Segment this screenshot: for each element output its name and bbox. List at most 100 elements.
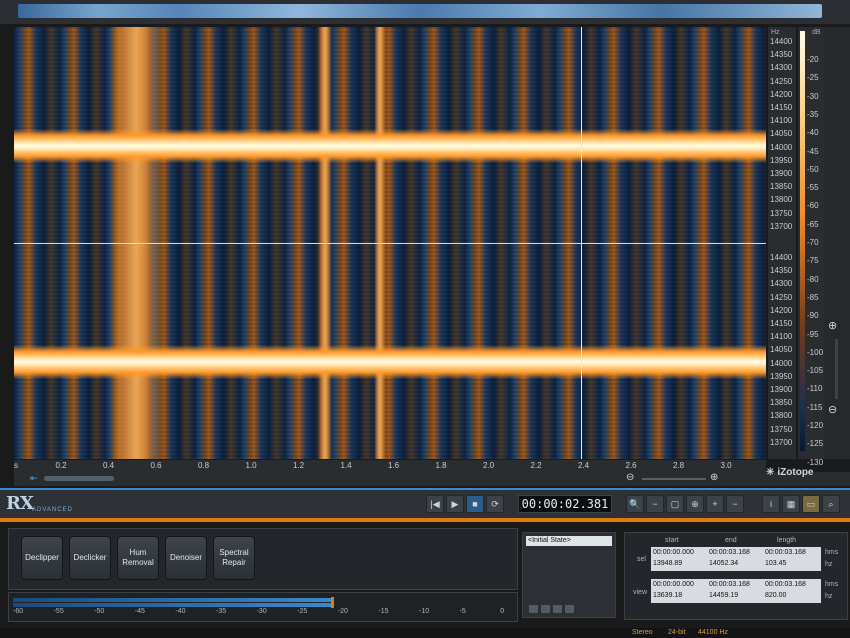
undo-history-panel[interactable]: <Initial State> bbox=[522, 532, 616, 618]
freq-tick-label: 13750 bbox=[770, 208, 793, 218]
db-tick-label: -100 bbox=[807, 347, 824, 357]
freq-tick-label: 14250 bbox=[770, 292, 793, 302]
time-tick-label: 1.6 bbox=[388, 461, 400, 470]
view-end-hms[interactable]: 00:00:03.168 bbox=[709, 581, 750, 588]
view-start-hz[interactable]: 13639.18 bbox=[653, 592, 682, 599]
sel-start-hz[interactable]: 13948.89 bbox=[653, 560, 682, 567]
meter-tick-label: -35 bbox=[216, 608, 227, 615]
time-tick-label: 1.8 bbox=[435, 461, 447, 470]
hum-removal-button[interactable]: Hum Removal bbox=[117, 536, 159, 580]
zoom-in-icon[interactable]: ⊕ bbox=[828, 319, 837, 332]
overview-waveform[interactable] bbox=[0, 0, 850, 24]
zoom-tool-icon[interactable]: 🔍 bbox=[626, 495, 644, 513]
col-length: length bbox=[777, 537, 797, 544]
logo-text: RX bbox=[6, 493, 34, 514]
time-tick-label: 0.4 bbox=[103, 461, 115, 470]
magnify-icon[interactable]: ⌕ bbox=[822, 495, 840, 513]
spectrogram-view[interactable] bbox=[14, 27, 766, 459]
meter-tick-label: -20 bbox=[337, 608, 348, 615]
unit-hms: hms bbox=[825, 581, 839, 588]
sel-start-hms[interactable]: 00:00:00.000 bbox=[653, 549, 694, 556]
sel-length-hms[interactable]: 00:00:03.168 bbox=[765, 549, 806, 556]
freq-tick-label: 14150 bbox=[770, 103, 793, 112]
zoom-freq-out-icon[interactable]: − bbox=[726, 495, 744, 513]
view-fields[interactable]: 00:00:00.000 00:00:03.168 00:00:03.168 1… bbox=[651, 579, 821, 603]
izotope-brand: ✳ iZotope bbox=[766, 460, 826, 484]
transport-bar: RX ADVANCED |◀ ▶ ■ ⟳ 00:00:02.381 🔍 − ▢ … bbox=[0, 488, 850, 520]
db-tick-label: -95 bbox=[807, 329, 819, 339]
stop-button[interactable]: ■ bbox=[466, 495, 484, 513]
module-panel: Declipper Declicker Hum Removal Denoiser… bbox=[8, 528, 518, 590]
col-start: start bbox=[665, 537, 679, 544]
time-tick-label: s bbox=[14, 461, 18, 470]
view-length-hms[interactable]: 00:00:03.168 bbox=[765, 581, 806, 588]
spectral-repair-button[interactable]: Spectral Repair bbox=[213, 536, 255, 580]
horizontal-scrollbar[interactable] bbox=[44, 476, 114, 481]
tone-band-left bbox=[14, 129, 766, 163]
declicker-button[interactable]: Declicker bbox=[69, 536, 111, 580]
db-tick-label: -125 bbox=[807, 439, 824, 449]
db-tick-label: -70 bbox=[807, 238, 819, 247]
time-tick-label: 0.8 bbox=[198, 461, 210, 470]
freq-tick-label: 14200 bbox=[770, 305, 793, 315]
level-meter: -60 -55 -50 -45 -40 -35 -30 -25 -20 -15 -10 -5 0 bbox=[8, 592, 518, 622]
sel-end-hz[interactable]: 14052.34 bbox=[709, 560, 738, 567]
select-rect-icon[interactable]: ▭ bbox=[802, 495, 820, 513]
zoom-freq-in-icon[interactable]: + bbox=[706, 495, 724, 513]
freq-tick-label: 14000 bbox=[770, 142, 793, 152]
view-length-hz[interactable]: 820.00 bbox=[765, 592, 786, 599]
history-item[interactable]: <Initial State> bbox=[526, 536, 612, 546]
freq-tick-label: 13900 bbox=[770, 385, 793, 394]
izotope-logo-icon: ✳ bbox=[766, 466, 775, 478]
db-tick-label: -35 bbox=[807, 109, 819, 119]
history-button[interactable] bbox=[541, 605, 550, 613]
rewind-button[interactable]: |◀ bbox=[426, 495, 444, 513]
hzoom-in-icon[interactable]: ⊕ bbox=[710, 472, 718, 483]
play-button[interactable]: ▶ bbox=[446, 495, 464, 513]
db-tick-label: -45 bbox=[807, 146, 819, 156]
zoom-fit-tool-icon[interactable]: ⊕ bbox=[686, 495, 704, 513]
denoiser-button[interactable]: Denoiser bbox=[165, 536, 207, 580]
zoom-out-icon[interactable]: ⊖ bbox=[828, 403, 837, 416]
meter-tick-label: -5 bbox=[459, 608, 466, 615]
sel-fields[interactable]: 00:00:00.000 00:00:03.168 00:00:03.168 1… bbox=[651, 547, 821, 571]
zoom-sel-tool-icon[interactable]: ▢ bbox=[666, 495, 684, 513]
view-label: view bbox=[633, 589, 648, 596]
info-icon[interactable]: i bbox=[762, 495, 780, 513]
time-tick-label: 1.2 bbox=[293, 461, 305, 470]
history-button[interactable] bbox=[529, 605, 538, 613]
view-end-hz[interactable]: 14459.19 bbox=[709, 592, 738, 599]
tone-band-right bbox=[14, 345, 766, 379]
meter-tick-label: -25 bbox=[297, 608, 308, 615]
freq-tick-label: 13950 bbox=[770, 155, 793, 165]
db-colorbar bbox=[800, 31, 805, 451]
select-time-icon[interactable]: ▦ bbox=[782, 495, 800, 513]
sel-length-hz[interactable]: 103.45 bbox=[765, 560, 786, 567]
zoom-out-tool-icon[interactable]: − bbox=[646, 495, 664, 513]
vertical-zoom-strip[interactable]: ⊕ ⊖ bbox=[824, 27, 850, 459]
history-button[interactable] bbox=[565, 605, 574, 613]
meter-tick-label: 0 bbox=[500, 608, 505, 615]
history-button[interactable] bbox=[553, 605, 562, 613]
freq-tick-label: 14150 bbox=[770, 319, 793, 328]
declipper-button[interactable]: Declipper bbox=[21, 536, 63, 580]
sel-end-hms[interactable]: 00:00:03.168 bbox=[709, 549, 750, 556]
loop-button[interactable]: ⟳ bbox=[486, 495, 504, 513]
hzoom-out-icon[interactable]: ⊖ bbox=[626, 472, 634, 483]
status-samplerate: 44100 Hz bbox=[698, 629, 728, 636]
zoom-slider[interactable] bbox=[835, 339, 838, 399]
view-start-hms[interactable]: 00:00:00.000 bbox=[653, 581, 694, 588]
meter-bar-left bbox=[13, 598, 331, 602]
freq-tick-label: 13850 bbox=[770, 182, 793, 192]
col-end: end bbox=[725, 537, 737, 544]
meter-bar-right bbox=[13, 603, 331, 607]
hzoom-slider[interactable] bbox=[642, 478, 706, 480]
playback-cursor[interactable] bbox=[581, 27, 582, 459]
freq-tick-label: 13800 bbox=[770, 411, 793, 421]
meter-tick-label: -15 bbox=[378, 608, 389, 615]
collapse-icon[interactable]: ⇤ bbox=[30, 473, 38, 484]
horizontal-scroll-row[interactable]: ⇤ ⊖ ⊕ bbox=[14, 472, 850, 486]
freq-tick-label: 14050 bbox=[770, 129, 793, 139]
meter-tick-label: -10 bbox=[419, 608, 430, 615]
time-tick-label: 0.6 bbox=[150, 461, 162, 470]
